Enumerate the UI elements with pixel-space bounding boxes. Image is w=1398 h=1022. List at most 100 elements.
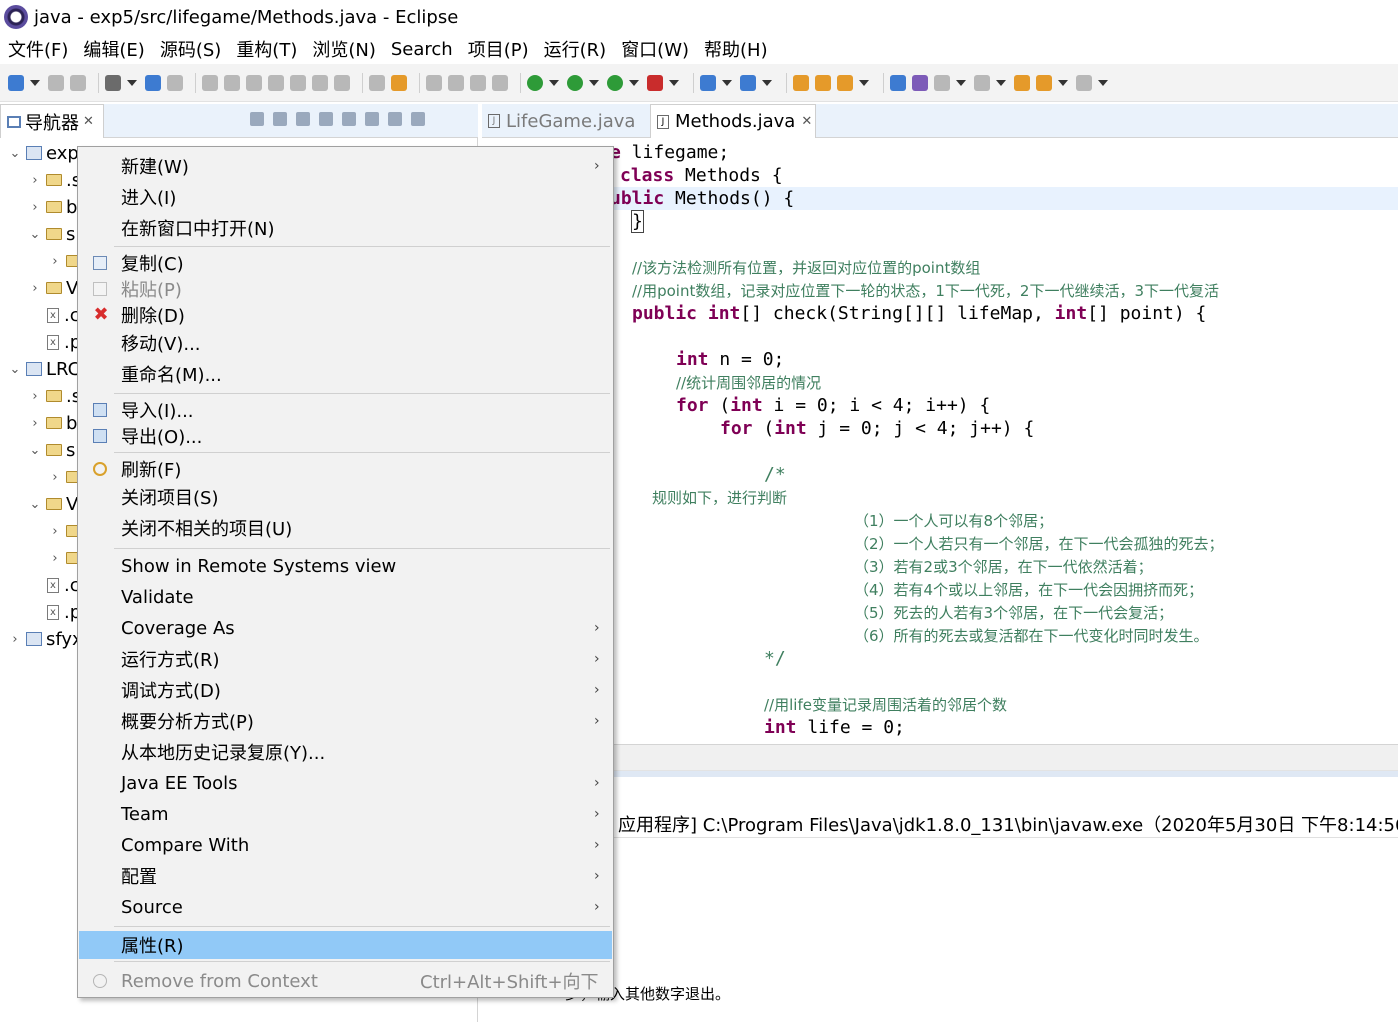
- chevron-right-icon[interactable]: ›: [28, 416, 42, 431]
- terminate-icon[interactable]: [246, 74, 262, 91]
- tree-item[interactable]: › V: [28, 275, 78, 301]
- chevron-down-icon[interactable]: [1058, 79, 1068, 86]
- menu-project[interactable]: 项目(P): [468, 36, 529, 62]
- menu-item[interactable]: ✖ 删除(D): [79, 301, 612, 329]
- chevron-right-icon[interactable]: ›: [48, 254, 62, 269]
- menu-item[interactable]: 关闭项目(S): [79, 483, 612, 511]
- back-icon[interactable]: [1036, 74, 1052, 91]
- tab-lifegame-java[interactable]: J LifeGame.java: [482, 104, 648, 138]
- chevron-down-icon[interactable]: [956, 79, 966, 86]
- tree-item[interactable]: ⌄ exp: [8, 140, 79, 166]
- forward-icon[interactable]: [1076, 74, 1092, 91]
- chevron-down-icon[interactable]: [549, 79, 559, 86]
- chevron-right-icon[interactable]: ›: [8, 632, 22, 647]
- new-java-class-icon[interactable]: [740, 74, 756, 91]
- chevron-down-icon[interactable]: [996, 79, 1006, 86]
- tree-item[interactable]: › .s: [28, 167, 81, 193]
- menu-item[interactable]: 导出(O)...: [79, 422, 612, 450]
- step-into-icon[interactable]: [290, 74, 306, 91]
- debug-perspective-icon[interactable]: [105, 74, 121, 91]
- menu-item[interactable]: 概要分析方式(P) ›: [79, 707, 612, 735]
- chevron-right-icon[interactable]: ›: [28, 281, 42, 296]
- mark-occurrences-icon[interactable]: [448, 74, 464, 91]
- minimize-icon[interactable]: [388, 112, 402, 126]
- chevron-down-icon[interactable]: [669, 79, 679, 86]
- toggle-breakpoint-icon[interactable]: [426, 74, 442, 91]
- new-server-icon[interactable]: [700, 74, 716, 91]
- menu-help[interactable]: 帮助(H): [704, 36, 768, 62]
- menu-file[interactable]: 文件(F): [8, 36, 68, 62]
- chevron-down-icon[interactable]: [722, 79, 732, 86]
- show-whitespace-icon[interactable]: [492, 74, 508, 91]
- view-menu-icon[interactable]: [365, 112, 379, 126]
- skip-breakpoints-icon[interactable]: [167, 74, 183, 91]
- chevron-right-icon[interactable]: ›: [48, 470, 62, 485]
- code-editor[interactable]: e lifegame; class Methods { ublic Method…: [482, 140, 1398, 744]
- menu-item[interactable]: Compare With ›: [79, 831, 612, 859]
- menu-item[interactable]: Source ›: [79, 893, 612, 921]
- last-edit-icon[interactable]: [1014, 74, 1030, 91]
- menu-item[interactable]: 运行方式(R) ›: [79, 645, 612, 673]
- annotation-icon[interactable]: [912, 74, 928, 91]
- tree-item[interactable]: x .p: [28, 329, 81, 355]
- search-icon[interactable]: [837, 74, 853, 91]
- menu-item[interactable]: 刷新(F): [79, 455, 612, 483]
- save-all-icon[interactable]: [70, 74, 86, 91]
- menu-item[interactable]: 移动(V)...: [79, 329, 612, 357]
- menu-item[interactable]: Show in Remote Systems view: [79, 552, 612, 580]
- tree-item[interactable]: › .s: [28, 383, 81, 409]
- menu-item[interactable]: 新建(W) ›: [79, 152, 612, 180]
- menu-item[interactable]: 重命名(M)...: [79, 360, 612, 388]
- tree-item[interactable]: › sfyx: [8, 626, 82, 652]
- tree-item[interactable]: ⌄ s: [28, 221, 76, 247]
- chevron-down-icon[interactable]: ⌄: [8, 146, 22, 161]
- menu-edit[interactable]: 编辑(E): [83, 36, 144, 62]
- chevron-down-icon[interactable]: [762, 79, 772, 86]
- tree-item[interactable]: x .c: [28, 572, 80, 598]
- open-task-icon[interactable]: [815, 74, 831, 91]
- chevron-down-icon[interactable]: ⌄: [28, 497, 42, 512]
- menu-item[interactable]: Validate: [79, 583, 612, 611]
- web-browser-icon[interactable]: [890, 74, 906, 91]
- chevron-right-icon[interactable]: ›: [28, 200, 42, 215]
- chevron-down-icon[interactable]: [589, 79, 599, 86]
- drop-to-frame-icon[interactable]: [369, 74, 385, 91]
- disconnect-icon[interactable]: [268, 74, 284, 91]
- external-tools-icon[interactable]: [647, 74, 663, 91]
- menu-item[interactable]: Team ›: [79, 800, 612, 828]
- block-selection-icon[interactable]: [470, 74, 486, 91]
- tree-item[interactable]: › b: [28, 194, 77, 220]
- step-over-icon[interactable]: [312, 74, 328, 91]
- menu-search[interactable]: Search: [391, 39, 453, 60]
- up-icon[interactable]: [296, 112, 310, 126]
- terminal-icon[interactable]: [145, 74, 161, 91]
- resume-icon[interactable]: [202, 74, 218, 91]
- forward-icon[interactable]: [273, 112, 287, 126]
- save-icon[interactable]: [48, 74, 64, 91]
- menu-navigate[interactable]: 浏览(N): [312, 36, 376, 62]
- chevron-right-icon[interactable]: ›: [48, 551, 62, 566]
- tree-item[interactable]: x .p: [28, 599, 81, 625]
- debug-icon[interactable]: [527, 74, 543, 91]
- chevron-down-icon[interactable]: [1098, 79, 1108, 86]
- menu-item[interactable]: 在新窗口中打开(N): [79, 214, 612, 242]
- chevron-down-icon[interactable]: ⌄: [28, 443, 42, 458]
- coverage-icon[interactable]: [607, 74, 623, 91]
- step-return-icon[interactable]: [334, 74, 350, 91]
- link-with-editor-icon[interactable]: [342, 112, 356, 126]
- tree-item[interactable]: › b: [28, 410, 77, 436]
- menu-item[interactable]: 属性(R): [79, 931, 612, 959]
- menu-item[interactable]: 调试方式(D) ›: [79, 676, 612, 704]
- open-type-icon[interactable]: [793, 74, 809, 91]
- menu-item[interactable]: 导入(I)...: [79, 396, 612, 424]
- previous-annotation-icon[interactable]: [974, 74, 990, 91]
- menu-refactor[interactable]: 重构(T): [236, 36, 297, 62]
- menu-source[interactable]: 源码(S): [160, 36, 221, 62]
- chevron-right-icon[interactable]: ›: [28, 173, 42, 188]
- use-step-filters-icon[interactable]: [391, 74, 407, 91]
- menu-item[interactable]: 复制(C): [79, 249, 612, 277]
- chevron-right-icon[interactable]: ›: [28, 389, 42, 404]
- menu-item[interactable]: 配置 ›: [79, 862, 612, 890]
- run-icon[interactable]: [567, 74, 583, 91]
- chevron-down-icon[interactable]: ⌄: [8, 362, 22, 377]
